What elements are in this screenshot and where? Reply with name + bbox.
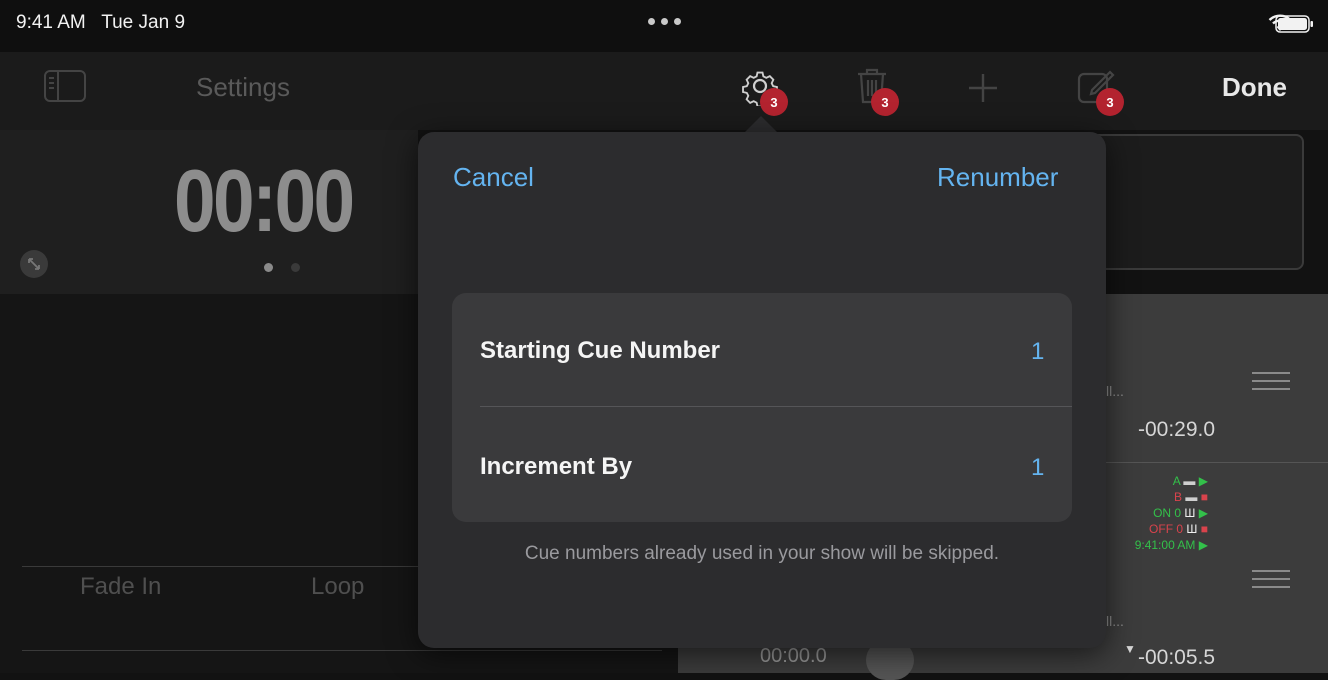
triangle-marker-icon: ▼ — [1124, 642, 1136, 656]
reorder-grip-icon[interactable] — [1252, 372, 1290, 390]
cue-name-truncated: ll... — [1106, 613, 1124, 629]
trigger-status-a: A ▬ ▶ — [1172, 474, 1208, 488]
edit-badge: 3 — [1096, 88, 1124, 116]
trigger-status-b: B ▬ ■ — [1174, 490, 1208, 504]
starting-cue-number-label: Starting Cue Number — [480, 337, 721, 364]
divider — [22, 650, 662, 651]
cancel-button[interactable]: Cancel — [453, 162, 534, 193]
row-separator — [480, 406, 1072, 407]
tab-loop[interactable]: Loop — [311, 573, 364, 601]
status-date: Tue Jan 9 — [101, 12, 186, 33]
trigger-status-off: OFF 0 Ш ■ — [1149, 522, 1208, 536]
preview-card — [1090, 134, 1304, 270]
cue-remaining-time: -00:05.5 — [1138, 646, 1216, 669]
trash-badge: 3 — [871, 88, 899, 116]
renumber-settings-group — [452, 293, 1072, 522]
starting-cue-number-value[interactable]: 1 — [1031, 338, 1044, 366]
status-clock: 9:41 AM — [16, 12, 86, 33]
renumber-button[interactable]: Renumber — [937, 162, 1058, 193]
cue-remaining-time: -00:29.0 — [1138, 418, 1216, 441]
elapsed-time: 00:00.0 — [760, 645, 827, 667]
timer-display: 00:00 — [174, 151, 355, 250]
trigger-status-on: ON 0 Ш ▶ — [1153, 506, 1208, 520]
tab-fade-in[interactable]: Fade In — [80, 573, 161, 601]
popover-arrow — [744, 116, 778, 133]
renumber-footnote: Cue numbers already used in your show wi… — [524, 543, 1000, 564]
renumber-gear-button[interactable]: 3 — [740, 66, 800, 122]
sidebar-icon[interactable] — [44, 70, 86, 102]
multitasking-dots-icon[interactable] — [648, 18, 681, 25]
plus-icon[interactable] — [966, 71, 1000, 105]
battery-icon — [1275, 15, 1313, 33]
gear-badge: 3 — [760, 88, 788, 116]
reorder-grip-icon[interactable] — [1252, 570, 1290, 588]
increment-by-label: Increment By — [480, 453, 633, 480]
trash-button[interactable]: 3 — [855, 66, 907, 122]
page-indicator[interactable] — [264, 263, 300, 272]
expand-icon[interactable] — [20, 250, 48, 278]
increment-by-value[interactable]: 1 — [1031, 454, 1044, 482]
status-time: 9:41 AM Tue Jan 9 — [16, 12, 185, 34]
status-bar — [0, 0, 1328, 52]
cue-name-truncated: ll... — [1106, 383, 1124, 399]
trigger-status-time: 9:41:00 AM ▶ — [1134, 538, 1208, 552]
divider — [22, 566, 420, 567]
page-title: Settings — [196, 72, 290, 102]
edit-button[interactable]: 3 — [1076, 66, 1136, 122]
row-separator — [1105, 462, 1328, 463]
done-button[interactable]: Done — [1222, 72, 1287, 103]
